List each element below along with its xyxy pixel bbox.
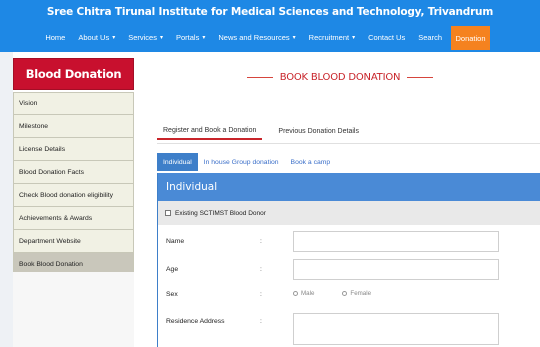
sidebar-item-license-details[interactable]: License Details [13,138,134,161]
main-nav: Home About Us ▾ Services ▾ Portals ▾ News a… [32,26,442,48]
address-label: Residence Address [166,318,225,325]
site-title[interactable]: Sree Chitra Tirunal Institute for Medica… [0,6,540,18]
title-divider-left [246,77,273,78]
name-field[interactable] [293,231,499,252]
sex-colon: : [260,291,262,298]
chevron-down-icon: ▾ [112,34,116,41]
donation-type-tabs: Individual In house Group donation Book … [157,153,336,171]
individual-form-panel: Individual Existing SCTIMST Blood Donor … [157,173,540,347]
subtab-in-house-group[interactable]: In house Group donation [198,153,285,171]
tab-previous-donation-details[interactable]: Previous Donation Details [272,122,365,140]
tabs-divider [157,143,540,144]
nav-recruitment[interactable]: Recruitment ▾ [309,33,355,42]
sidebar-item-check-eligibility[interactable]: Check Blood donation eligibility [13,184,134,207]
sex-label: Sex [166,291,178,298]
radio-male-label: Male [301,290,315,297]
nav-contact-us[interactable]: Contact Us [368,33,405,42]
sidebar-spacer [13,272,134,347]
existing-donor-row: Existing SCTIMST Blood Donor [158,201,540,225]
page-title: BOOK BLOOD DONATION [279,72,401,83]
age-label: Age [166,266,179,273]
address-colon: : [260,318,262,325]
residence-address-field[interactable] [293,313,499,345]
panel-title: Individual [158,173,540,201]
radio-female-label: Female [350,290,372,297]
radio-female[interactable] [342,291,348,296]
sex-options: Male Female [293,290,399,297]
main-tabs: Register and Book a Donation Previous Do… [157,122,365,140]
sidebar-item-achievements[interactable]: Achievements & Awards [13,207,134,230]
sidebar-item-vision[interactable]: Vision [13,92,134,115]
sidebar: Blood Donation Vision Milestone License … [13,58,134,276]
nav-contact-label: Contact Us [368,32,406,42]
nav-search-label: Search [418,32,442,42]
name-colon: : [260,238,262,245]
existing-donor-checkbox[interactable] [165,210,171,216]
existing-donor-label: Existing SCTIMST Blood Donor [175,209,266,217]
nav-portals-label: Portals [176,32,200,42]
sidebar-item-milestone[interactable]: Milestone [13,115,134,138]
title-divider-right [407,77,434,78]
chevron-down-icon: ▾ [352,34,356,41]
left-gutter [0,52,13,347]
tab-register-and-book[interactable]: Register and Book a Donation [157,122,263,140]
nav-services[interactable]: Services ▾ [128,33,163,42]
nav-home[interactable]: Home [45,33,65,42]
radio-male[interactable] [293,291,298,296]
page-title-row: BOOK BLOOD DONATION [140,72,540,83]
age-field[interactable] [293,259,499,280]
chevron-down-icon: ▾ [159,34,163,41]
chevron-down-icon: ▾ [292,34,296,41]
name-label: Name [166,238,185,245]
nav-about-us-label: About Us [78,32,110,42]
subtab-individual[interactable]: Individual [157,153,198,171]
nav-services-label: Services [128,32,157,42]
nav-home-label: Home [45,32,66,42]
top-nav-bar: Sree Chitra Tirunal Institute for Medica… [0,0,540,52]
nav-recruitment-label: Recruitment [308,32,350,42]
sidebar-item-blood-donation-facts[interactable]: Blood Donation Facts [13,161,134,184]
sidebar-item-department-website[interactable]: Department Website [13,230,134,253]
nav-portals[interactable]: Portals ▾ [176,33,205,42]
chevron-down-icon: ▾ [202,34,206,41]
subtab-book-a-camp[interactable]: Book a camp [285,153,337,171]
donation-label: Donation [455,33,486,43]
nav-news-resources[interactable]: News and Resources ▾ [218,33,295,42]
nav-news-label: News and Resources [218,32,290,42]
nav-search[interactable]: Search [418,33,442,42]
sidebar-title: Blood Donation [13,58,134,90]
nav-about-us[interactable]: About Us ▾ [78,33,115,42]
donation-button[interactable]: Donation [451,26,490,50]
age-colon: : [260,266,262,273]
